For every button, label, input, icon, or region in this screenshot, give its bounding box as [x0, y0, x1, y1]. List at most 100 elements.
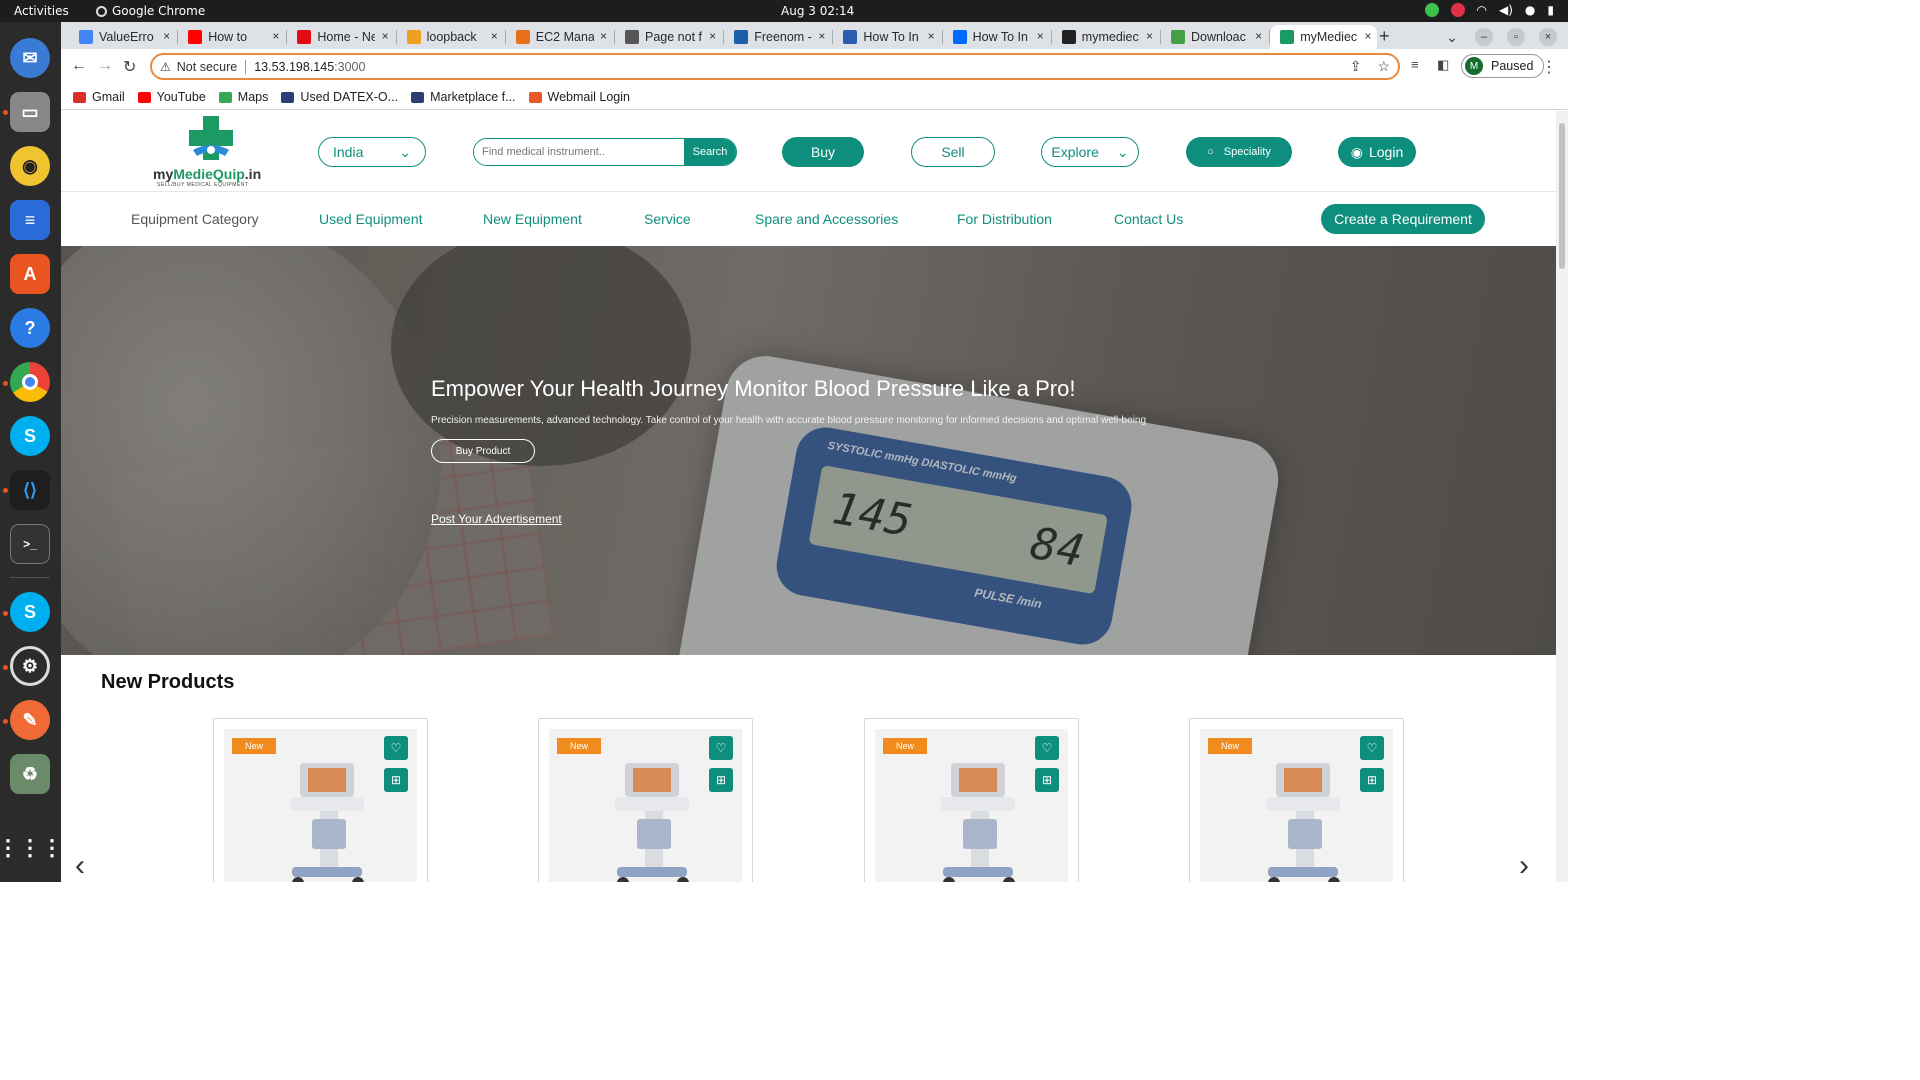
- url-text[interactable]: 13.53.198.145:3000: [254, 60, 365, 74]
- bookmark-item[interactable]: Gmail: [73, 90, 125, 104]
- system-tray[interactable]: ◠ ◀) ● ▮: [1424, 3, 1554, 17]
- nav-for-distribution[interactable]: For Distribution: [957, 211, 1052, 227]
- product-card[interactable]: New ♡ ⊞: [213, 718, 428, 882]
- files-icon[interactable]: ▭: [10, 92, 50, 132]
- menu-icon[interactable]: ⋮: [1541, 57, 1557, 77]
- warning-icon[interactable]: ⚠: [160, 60, 171, 74]
- vscode-icon[interactable]: ⟨⟩: [10, 470, 50, 510]
- bookmark-item[interactable]: YouTube: [137, 90, 206, 104]
- trash-icon[interactable]: ♻: [10, 754, 50, 794]
- new-tab-button[interactable]: +: [1379, 26, 1390, 47]
- buy-button[interactable]: Buy: [782, 137, 864, 167]
- product-card[interactable]: New ♡ ⊞: [864, 718, 1079, 882]
- cart-icon[interactable]: ⊞: [384, 768, 408, 792]
- heart-icon[interactable]: ♡: [709, 736, 733, 760]
- browser-tab[interactable]: mymediec ×: [1052, 25, 1159, 49]
- libreoffice-writer-icon[interactable]: ≡: [10, 200, 50, 240]
- bookmark-item[interactable]: Marketplace f...: [411, 90, 516, 104]
- close-tab-icon[interactable]: ×: [1037, 29, 1044, 43]
- terminal-icon[interactable]: >_: [10, 524, 50, 564]
- bookmark-item[interactable]: Used DATEX-O...: [281, 90, 398, 104]
- page-scrollbar[interactable]: [1556, 111, 1568, 882]
- update-icon[interactable]: [1424, 3, 1439, 17]
- heart-icon[interactable]: ♡: [1360, 736, 1384, 760]
- browser-tab[interactable]: loopback ×: [397, 25, 504, 49]
- nav-spare-accessories[interactable]: Spare and Accessories: [755, 211, 898, 227]
- browser-tab[interactable]: ValueErro ×: [69, 25, 176, 49]
- reading-list-icon[interactable]: ≡: [1411, 57, 1419, 72]
- bookmark-item[interactable]: Webmail Login: [528, 90, 630, 104]
- skype-running-icon[interactable]: S: [10, 592, 50, 632]
- help-icon[interactable]: ?: [10, 308, 50, 348]
- scrollbar-thumb[interactable]: [1559, 123, 1565, 269]
- thunderbird-icon[interactable]: ✉: [10, 38, 50, 78]
- heart-icon[interactable]: ♡: [384, 736, 408, 760]
- browser-tab[interactable]: How To In ×: [943, 25, 1050, 49]
- search-button[interactable]: Search: [684, 139, 736, 165]
- nav-contact-us[interactable]: Contact Us: [1114, 211, 1183, 227]
- browser-tab[interactable]: Home - Ne ×: [287, 25, 394, 49]
- cart-icon[interactable]: ⊞: [709, 768, 733, 792]
- close-tab-icon[interactable]: ×: [163, 29, 170, 43]
- site-logo[interactable]: myMedieQuip.in SELL/BUY MEDICAL EQUIPMEN…: [153, 116, 273, 188]
- cart-icon[interactable]: ⊞: [1360, 768, 1384, 792]
- post-advertisement-link[interactable]: Post Your Advertisement: [431, 512, 562, 526]
- close-tab-icon[interactable]: ×: [1255, 29, 1262, 43]
- share-icon[interactable]: ⇪: [1350, 58, 1362, 75]
- cart-icon[interactable]: ⊞: [1035, 768, 1059, 792]
- close-tab-icon[interactable]: ×: [600, 29, 607, 43]
- forward-icon[interactable]: →: [97, 57, 113, 75]
- software-center-icon[interactable]: A: [10, 254, 50, 294]
- browser-tab[interactable]: Downloac ×: [1161, 25, 1268, 49]
- skype-icon[interactable]: S: [10, 416, 50, 456]
- country-select[interactable]: India ⌄: [318, 137, 426, 167]
- speciality-button[interactable]: ○ Speciality: [1186, 137, 1292, 167]
- activities-button[interactable]: Activities: [14, 4, 69, 18]
- close-tab-icon[interactable]: ×: [709, 29, 716, 43]
- carousel-prev-icon[interactable]: ‹: [75, 849, 85, 882]
- wifi-icon[interactable]: ◠: [1477, 3, 1487, 17]
- postman-icon[interactable]: ✎: [10, 700, 50, 740]
- battery-icon[interactable]: ▮: [1547, 3, 1554, 17]
- close-tab-icon[interactable]: ×: [928, 29, 935, 43]
- volume-icon[interactable]: ◀): [1499, 3, 1513, 17]
- close-tab-icon[interactable]: ×: [491, 29, 498, 43]
- bookmark-item[interactable]: Maps: [218, 90, 268, 104]
- product-card[interactable]: New ♡ ⊞: [1189, 718, 1404, 882]
- browser-tab[interactable]: How To In ×: [833, 25, 940, 49]
- chrome-dock-icon[interactable]: [10, 362, 50, 402]
- carousel-next-icon[interactable]: ›: [1519, 849, 1529, 882]
- sell-button[interactable]: Sell: [911, 137, 995, 167]
- security-status[interactable]: Not secure: [177, 60, 237, 74]
- microphone-icon[interactable]: ●: [1525, 3, 1535, 17]
- browser-tab[interactable]: Freenom - ×: [724, 25, 831, 49]
- back-icon[interactable]: ←: [71, 57, 87, 75]
- close-tab-icon[interactable]: ×: [272, 29, 279, 43]
- bookmark-star-icon[interactable]: ☆: [1377, 58, 1390, 75]
- tab-search-icon[interactable]: ⌄: [1443, 28, 1461, 46]
- create-requirement-button[interactable]: Create a Requirement: [1321, 204, 1485, 234]
- close-tab-icon[interactable]: ×: [1364, 29, 1371, 43]
- close-tab-icon[interactable]: ×: [818, 29, 825, 43]
- close-tab-icon[interactable]: ×: [382, 29, 389, 43]
- browser-tab[interactable]: How to ×: [178, 25, 285, 49]
- browser-tab[interactable]: myMediec ×: [1270, 25, 1378, 49]
- nav-new-equipment[interactable]: New Equipment: [483, 211, 582, 227]
- maximize-button[interactable]: ▫: [1507, 28, 1525, 46]
- close-window-button[interactable]: ×: [1539, 28, 1557, 46]
- nav-service[interactable]: Service: [644, 211, 691, 227]
- buy-product-button[interactable]: Buy Product: [431, 439, 535, 463]
- reload-icon[interactable]: ↻: [123, 57, 136, 77]
- browser-tab[interactable]: Page not f ×: [615, 25, 722, 49]
- heart-icon[interactable]: ♡: [1035, 736, 1059, 760]
- do-not-disturb-icon[interactable]: [1450, 3, 1465, 17]
- close-tab-icon[interactable]: ×: [1146, 29, 1153, 43]
- address-bar[interactable]: ⚠ Not secure 13.53.198.145:3000 ⇪ ☆: [150, 53, 1400, 80]
- show-applications-icon[interactable]: ⋮⋮⋮: [0, 828, 63, 868]
- browser-tab[interactable]: EC2 Mana ×: [506, 25, 613, 49]
- product-card[interactable]: New ♡ ⊞: [538, 718, 753, 882]
- app-menu[interactable]: Google Chrome: [96, 4, 205, 18]
- rhythmbox-icon[interactable]: ◉: [10, 146, 50, 186]
- clock[interactable]: Aug 3 02:14: [781, 4, 854, 18]
- search-input[interactable]: [474, 139, 684, 165]
